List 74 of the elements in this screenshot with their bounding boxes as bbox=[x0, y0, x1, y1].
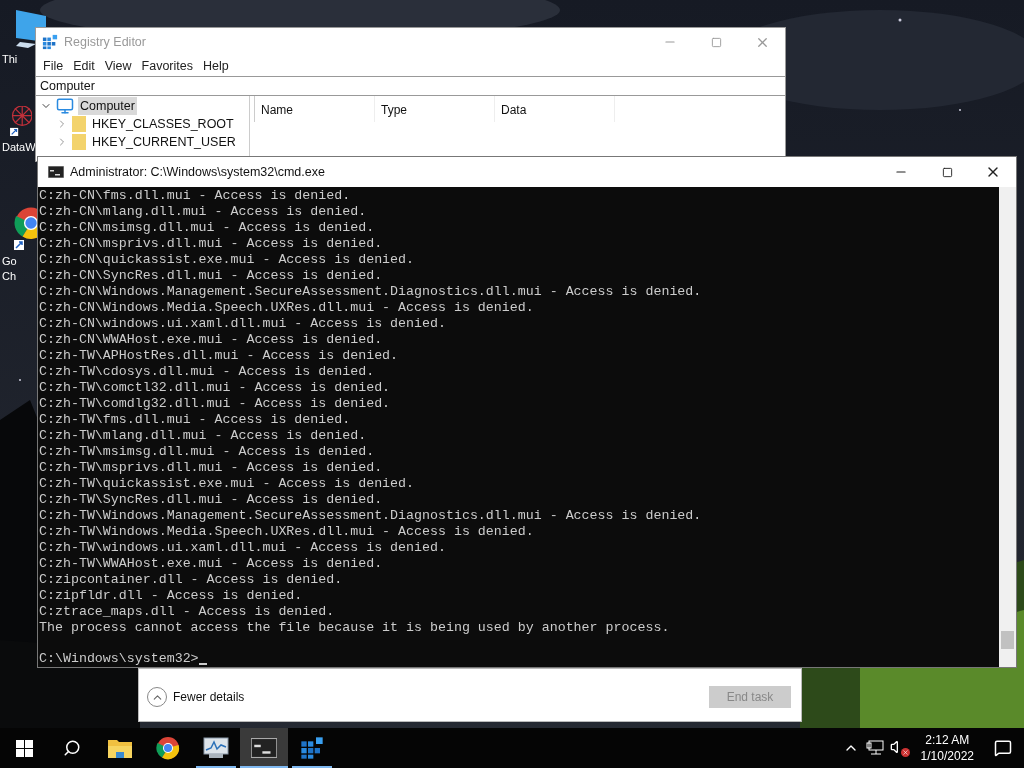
column-header[interactable]: Name bbox=[255, 96, 375, 122]
console-line: C:zh-TW\quickassist.exe.mui - Access is denied. bbox=[39, 476, 416, 492]
console-line: C:zh-CN\msprivs.dll.mui - Access is denied. bbox=[39, 236, 384, 252]
console-line: C:zh-TW\windows.ui.xaml.dll.mui - Access is denied. bbox=[39, 540, 447, 556]
menu-item[interactable]: Favorites bbox=[136, 56, 198, 76]
folder-icon bbox=[72, 116, 86, 132]
console-line: C:zh-TW\comdlg32.dll.mui - Access is denied. bbox=[39, 396, 392, 412]
console-line: C:zh-CN\WWAHost.exe.mui - Access is denied. bbox=[39, 332, 384, 348]
console-line: C:zipcontainer.dll - Access is denied. bbox=[39, 572, 344, 588]
command-prompt: C:\Windows\system32> bbox=[39, 651, 199, 667]
console-line: C:zh-CN\Windows.Media.Speech.UXRes.dll.mui - Access is denied. bbox=[39, 300, 535, 316]
desktop-icon-label[interactable]: DataW bbox=[2, 140, 36, 155]
console-line: C:zh-TW\msimsg.dll.mui - Access is denied. bbox=[39, 444, 376, 460]
desktop-icon-label[interactable]: Thi bbox=[2, 52, 18, 67]
shortcut-icon bbox=[14, 240, 24, 250]
maximize-icon bbox=[710, 36, 722, 48]
console-line: C:zh-TW\mlang.dll.mui - Access is denied. bbox=[39, 428, 368, 444]
address-bar[interactable]: Computer bbox=[36, 76, 785, 96]
tree-item[interactable]: Computer bbox=[78, 96, 137, 116]
fewer-details-button[interactable]: Fewer details bbox=[147, 687, 245, 707]
taskbar-button[interactable] bbox=[240, 728, 288, 768]
windows-logo-icon bbox=[15, 739, 33, 757]
running-indicator bbox=[196, 766, 236, 768]
menu-item[interactable]: View bbox=[99, 56, 137, 76]
scrollbar[interactable] bbox=[999, 187, 1016, 667]
console-line: C:zh-TW\fms.dll.mui - Access is denied. bbox=[39, 412, 352, 428]
console-line: C:zh-CN\quickassist.exe.mui - Access is denied. bbox=[39, 252, 416, 268]
column-header[interactable]: Type bbox=[375, 96, 495, 122]
running-indicator bbox=[240, 766, 288, 768]
console-line: C:zh-TW\msprivs.dll.mui - Access is denied. bbox=[39, 460, 384, 476]
registry-icon bbox=[300, 736, 324, 760]
monitor-chart-icon bbox=[203, 737, 229, 759]
maximize-icon bbox=[941, 166, 953, 178]
desktop-icon-label[interactable]: Go bbox=[2, 254, 17, 269]
desktop-icon-label[interactable]: Ch bbox=[2, 269, 17, 284]
console-line: C:zh-CN\windows.ui.xaml.dll.mui - Access is denied. bbox=[39, 316, 447, 332]
console-line: C:zh-TW\cdosys.dll.mui - Access is denied. bbox=[39, 364, 376, 380]
console-line: C:zh-TW\SyncRes.dll.mui - Access is denied. bbox=[39, 492, 384, 508]
network-graph-icon bbox=[10, 106, 32, 136]
menu-item[interactable]: File bbox=[38, 56, 69, 76]
network-icon[interactable] bbox=[865, 740, 884, 756]
computer-icon bbox=[56, 97, 74, 115]
folder-icon bbox=[72, 134, 86, 150]
console-icon bbox=[251, 738, 277, 758]
console-line: C:zh-TW\Windows.Management.SecureAssessment.Diagnostics.dll.mui - Access is denied. bbox=[39, 508, 703, 524]
console-icon bbox=[48, 166, 64, 178]
console-line: C:zh-CN\SyncRes.dll.mui - Access is denied. bbox=[39, 268, 384, 284]
tree-item[interactable]: HKEY_CURRENT_USER bbox=[90, 132, 238, 152]
column-header[interactable]: Data bbox=[495, 96, 615, 122]
window-title: Administrator: C:\Windows\system32\cmd.exe bbox=[70, 163, 325, 181]
search-icon bbox=[63, 739, 81, 757]
console-line: C:zh-CN\mlang.dll.mui - Access is denied. bbox=[39, 204, 368, 220]
console-line: C:zipfldr.dll - Access is denied. bbox=[39, 588, 304, 604]
registry-icon bbox=[42, 34, 58, 50]
text-cursor bbox=[198, 663, 207, 665]
console-line: C:zh-TW\comctl32.dll.mui - Access is denied. bbox=[39, 380, 392, 396]
volume-icon[interactable] bbox=[889, 739, 910, 757]
running-indicator bbox=[292, 766, 332, 768]
console-line: C:zh-TW\APHostRes.dll.mui - Access is denied. bbox=[39, 348, 400, 364]
clock[interactable]: 2:12 AM 1/10/2022 bbox=[912, 732, 982, 764]
menu-item[interactable]: Edit bbox=[68, 56, 100, 76]
console-line: C:zh-CN\fms.dll.mui - Access is denied. bbox=[39, 188, 352, 204]
console-line: C:zh-TW\WWAHost.exe.mui - Access is denied. bbox=[39, 556, 384, 572]
notifications-icon[interactable] bbox=[994, 739, 1012, 757]
console-line: C:zh-CN\Windows.Management.SecureAssessment.Diagnostics.dll.mui - Access is denied. bbox=[39, 284, 703, 300]
window-title: Registry Editor bbox=[64, 33, 146, 51]
console-line: C:zh-TW\Windows.Media.Speech.UXRes.dll.mui - Access is denied. bbox=[39, 524, 535, 540]
console-line: C:ztrace_maps.dll - Access is denied. bbox=[39, 604, 336, 620]
menu-item[interactable]: Help bbox=[198, 56, 234, 76]
chrome-icon bbox=[156, 736, 180, 760]
tree-item[interactable]: HKEY_CLASSES_ROOT bbox=[90, 114, 236, 134]
console-line: The process cannot access the file because it is being used by another process. bbox=[39, 620, 671, 636]
folder-icon bbox=[108, 738, 132, 758]
console-line: C:zh-CN\msimsg.dll.mui - Access is denied. bbox=[39, 220, 376, 236]
